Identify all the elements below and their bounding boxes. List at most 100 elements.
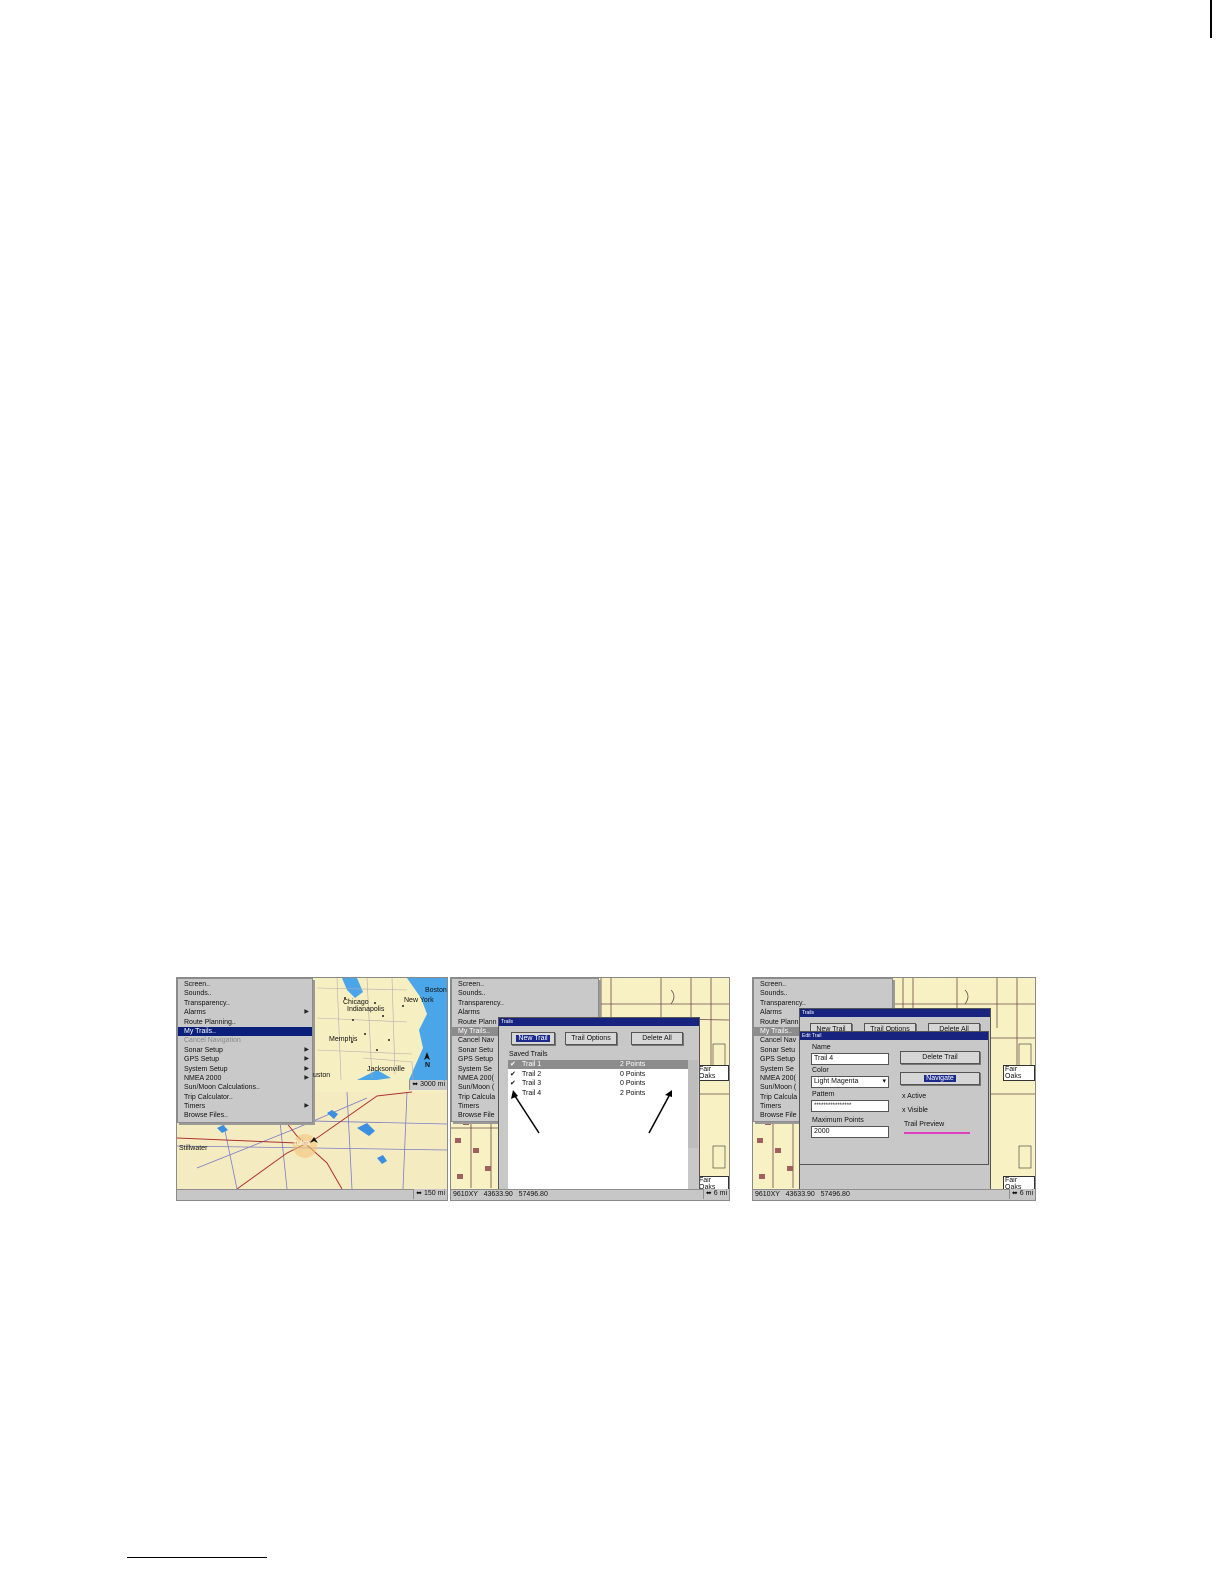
map-label-tulsa: Tulsa (293, 1140, 310, 1147)
menu-item-label: Screen.. (184, 981, 211, 988)
map-label-fair-oaks: Fair Oaks (1003, 1065, 1035, 1081)
menu-item[interactable]: Transparency.. (178, 999, 312, 1008)
menu-item-label: NMEA 200( (760, 1074, 796, 1082)
menu-item-label: Sun/Moon Calculations.. (184, 1084, 260, 1092)
north-arrow-label: N (425, 1062, 431, 1069)
pattern-label: Pattern (812, 1091, 835, 1098)
scale-indicator: ⬌ 6 mi (1008, 1189, 1035, 1199)
map-label-chicago: Chicago (343, 999, 369, 1006)
menu-item-label: GPS Setup (184, 1056, 220, 1064)
scale-value: 150 (423, 1190, 436, 1197)
chevron-right-icon: ▶ (304, 1056, 309, 1063)
page-edge-rule (1210, 0, 1212, 38)
menu-item-label: System Se (760, 1065, 794, 1073)
chevron-right-icon: ▶ (304, 1046, 309, 1053)
menu-item-label: Alarms (760, 1009, 782, 1017)
menu-item-label: System Setup (184, 1065, 228, 1073)
scale-value: 6 (713, 1190, 718, 1197)
color-select[interactable]: Light Magenta ▾ (811, 1076, 889, 1088)
visible-checkbox[interactable]: x Visible (902, 1107, 928, 1114)
menu-item-label: GPS Setup (760, 1056, 796, 1064)
scale-icon: ⬌ (412, 1081, 419, 1088)
status-bar: 9610XY 43633.90 57496.80 (451, 1189, 729, 1200)
menu-item[interactable]: Sonar Setup ▶ (178, 1046, 312, 1055)
menu-item-label: NMEA 2000 (184, 1074, 222, 1082)
menu-item-label: Sounds.. (184, 990, 212, 998)
menu-item-label: Screen.. (760, 981, 787, 988)
menu-item-label: Route Planning.. (184, 1018, 236, 1026)
coordinates-readout: 9610XY 43633.90 57496.80 (453, 1191, 548, 1198)
menu-item-label: Cancel Nav (760, 1037, 797, 1045)
menu-item[interactable]: GPS Setup ▶ (178, 1055, 312, 1064)
edit-trail-dialog: Edit Trail Name Trail 4 Color Light Mage… (799, 1031, 989, 1165)
screenshot-edit-trail: Fair Oaks Fair Oaks Screen.. Sounds.. Tran… (752, 977, 1036, 1201)
menu-item[interactable]: Alarms ▶ (178, 1008, 312, 1017)
chevron-right-icon: ▶ (304, 1074, 309, 1081)
checkbox-mark: x (902, 1093, 906, 1100)
chevron-right-icon: ▶ (304, 1103, 309, 1110)
coordinates-readout: 9610XY 43633.90 57496.80 (755, 1191, 850, 1198)
map-label-boston: Boston (425, 987, 447, 994)
menu-item[interactable]: Screen.. (754, 980, 892, 989)
scale-unit: mi (437, 1190, 445, 1197)
menu-item[interactable]: Screen.. (178, 980, 312, 989)
menu-item[interactable]: NMEA 2000 ▶ (178, 1074, 312, 1083)
menu-item[interactable]: Sounds.. (754, 989, 892, 998)
menu-item[interactable]: Trip Calculator.. (178, 1093, 312, 1102)
menu-item[interactable]: My Trails.. (178, 1026, 312, 1037)
menu-item[interactable]: Sun/Moon Calculations.. (178, 1083, 312, 1092)
chevron-down-icon: ▾ (882, 1078, 886, 1085)
active-checkbox[interactable]: x Active (902, 1093, 926, 1100)
annotation-arrows (511, 1090, 672, 1134)
menu-item-label: Sonar Setup (184, 1046, 223, 1054)
scale-unit: mi (719, 1190, 727, 1197)
chevron-right-icon: ▶ (304, 1009, 309, 1016)
menu-item-label: Sun/Moon ( (760, 1084, 797, 1092)
map-label-jacksonville: Jacksonville (367, 1066, 405, 1073)
status-bar: 9610XY 43633.90 57496.80 (753, 1189, 1035, 1200)
menu-item-label: Transparency.. (184, 999, 230, 1007)
menu-item-label: Browse Files.. (184, 1112, 228, 1120)
screenshot-trails-dialog: Fair Oaks Fair Oaks Screen.. Sounds.. Tran… (450, 977, 730, 1201)
menu-item-label: Cancel Navigation (184, 1037, 241, 1045)
menu-item-label: Sonar Setu (760, 1046, 796, 1054)
scale-icon: ⬌ (1011, 1190, 1018, 1197)
menu-item-label: Browse File (760, 1112, 797, 1120)
menu-item[interactable]: Transparency.. (754, 999, 892, 1008)
map-label-memphis: Memphis (329, 1036, 358, 1043)
map-label-houston: uston (313, 1072, 331, 1079)
navigate-button[interactable]: Navigate (900, 1072, 980, 1085)
menu-item-label: Alarms (184, 1009, 206, 1017)
footnote-rule (127, 1557, 267, 1558)
delete-trail-button[interactable]: Delete Trail (900, 1051, 980, 1064)
menu-item[interactable]: Route Planning.. (178, 1018, 312, 1027)
scale-indicator: ⬌ 6 mi (702, 1189, 729, 1199)
menu-item-label: Timers (184, 1103, 206, 1111)
map-label-stillwater: Stillwater (179, 1145, 208, 1152)
scale-unit: mi (1025, 1190, 1033, 1197)
menu-item-label: My Trails.. (184, 1027, 216, 1035)
scale-icon: ⬌ (416, 1190, 423, 1197)
menu-item-label: Sounds.. (760, 990, 788, 998)
menu-item-label: Route Plann (760, 1018, 799, 1026)
map-label-indianapolis: Indianapolis (347, 1006, 385, 1013)
menu-item-label: My Trails.. (760, 1027, 792, 1035)
max-points-field[interactable]: 2000 (811, 1126, 889, 1138)
trail-preview-line (904, 1132, 970, 1134)
menu-item[interactable]: Sounds.. (178, 989, 312, 998)
name-field[interactable]: Trail 4 (811, 1053, 889, 1065)
map-label-new-york: New York (404, 997, 434, 1004)
scale-indicator-bottom: ⬌ 150 mi (413, 1189, 447, 1199)
menu-item[interactable]: Timers ▶ (178, 1102, 312, 1111)
menu-item-label: Timers (760, 1103, 782, 1111)
menu-item[interactable]: Browse Files.. (178, 1111, 312, 1120)
menu-item[interactable]: System Setup ▶ (178, 1065, 312, 1074)
pattern-field[interactable]: **************** (811, 1100, 889, 1112)
menu-item[interactable]: Cancel Navigation (178, 1036, 312, 1045)
status-bar-bottom (177, 1189, 447, 1200)
scale-unit: mi (437, 1081, 445, 1088)
max-points-label: Maximum Points (812, 1117, 864, 1124)
scale-icon: ⬌ (705, 1190, 712, 1197)
scale-value: 3000 (420, 1081, 436, 1088)
chevron-right-icon: ▶ (304, 1065, 309, 1072)
